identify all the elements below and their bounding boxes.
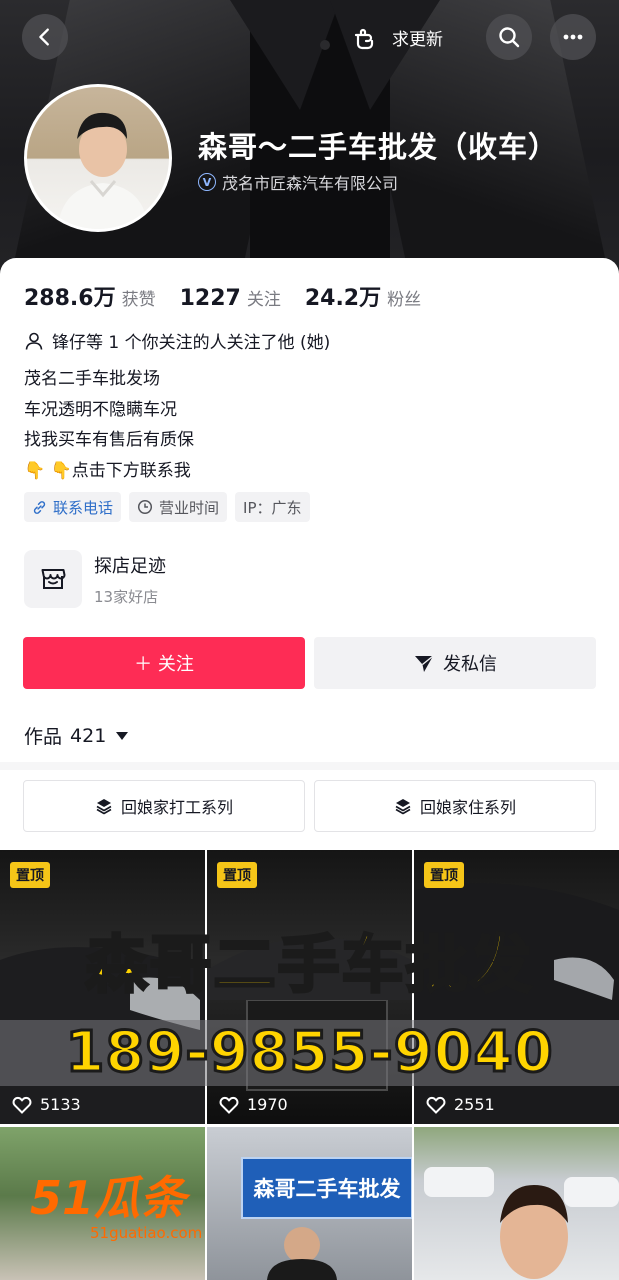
verified-org-label: 茂名市匠森汽车有限公司 <box>222 174 399 193</box>
stat-following-count: 1227 <box>179 286 241 311</box>
request-update-label: 求更新 <box>392 29 443 50</box>
layers-icon <box>395 799 411 815</box>
stat-followers-label: 粉丝 <box>387 290 422 310</box>
more-horizontal-icon <box>563 34 583 40</box>
collection-button[interactable]: 回娘家住系列 <box>314 780 596 832</box>
stat-followers[interactable]: 24.2万 粉丝 <box>305 280 421 312</box>
person-icon <box>25 332 43 350</box>
stats-row: 288.6万 获赞 1227 关注 24.2万 粉丝 <box>24 280 421 312</box>
pinned-badge: 置顶 <box>10 862 50 888</box>
search-icon <box>499 27 520 48</box>
video-likes-count: 5133 <box>40 1095 81 1114</box>
stat-following-label: 关注 <box>246 290 281 310</box>
stat-likes-label: 获赞 <box>121 290 156 310</box>
cover-collar-right <box>330 0 440 110</box>
back-button[interactable] <box>22 14 68 60</box>
video-likes: 5133 <box>12 1095 81 1114</box>
caret-down-icon <box>116 731 129 740</box>
message-button-label: 发私信 <box>443 654 497 675</box>
banner-phone-number: 189-9855-9040 <box>64 1019 554 1087</box>
bio-line: 找我买车有售后有质保 <box>24 430 194 450</box>
mutual-followers-text: 锋仔等 1 个你关注的人关注了他 (她) <box>52 333 331 353</box>
heart-icon <box>426 1096 446 1114</box>
profile-name: 森哥～二手车批发（收车） <box>198 130 559 164</box>
heart-icon <box>219 1096 239 1114</box>
stat-following[interactable]: 1227 关注 <box>180 285 281 311</box>
bio-line: 茂名二手车批发场 <box>24 369 160 389</box>
shop-visits-title: 探店足迹 <box>94 555 166 577</box>
shop-visits-entry[interactable]: 探店足迹 13家好店 <box>24 550 166 608</box>
search-button[interactable] <box>486 14 532 60</box>
works-tab[interactable]: 作品 421 <box>24 722 129 749</box>
profile-card: 288.6万 获赞 1227 关注 24.2万 粉丝 锋仔等 1 个你关注的人关注了他… <box>0 258 619 1280</box>
collection-label: 回娘家打工系列 <box>120 798 233 817</box>
bio-line: 👇 👇点击下方联系我 <box>24 460 191 481</box>
chevron-left-icon <box>39 28 49 46</box>
stat-followers-count: 24.2万 <box>304 286 382 311</box>
video-thumbnail[interactable] <box>414 1127 619 1280</box>
bio: 茂名二手车批发场 车况透明不隐瞒车况 找我买车有售后有质保 👇 👇点击下方联系我 <box>24 364 194 486</box>
cover-shirt-button <box>320 40 330 50</box>
layers-icon <box>96 799 112 815</box>
video-likes-count: 2551 <box>454 1095 495 1114</box>
bio-line: 车况透明不隐瞒车况 <box>24 399 177 420</box>
stat-likes[interactable]: 288.6万 获赞 <box>24 280 156 312</box>
mutual-followers[interactable]: 锋仔等 1 个你关注的人关注了他 (她) <box>24 328 330 353</box>
profile-tags: 联系电话 营业时间 IP：广东 <box>24 492 310 522</box>
link-icon <box>33 500 46 514</box>
send-icon <box>415 655 434 672</box>
message-button[interactable]: 发私信 <box>314 637 596 689</box>
store-icon <box>24 550 82 608</box>
video-thumbnail[interactable]: 森哥二手车批发 <box>207 1127 412 1280</box>
shop-visits-subtitle: 13家好店 <box>94 587 159 606</box>
works-label: 作品 <box>24 726 63 748</box>
verified-org[interactable]: V 茂名市匠森汽车有限公司 <box>198 170 398 194</box>
banner-title: 森哥二手车批发 <box>84 927 534 1003</box>
more-button[interactable] <box>550 14 596 60</box>
watermark-site: 51guatiao.com <box>90 1224 203 1242</box>
pinned-badge: 置顶 <box>217 862 257 888</box>
request-update-button[interactable]: 求更新 <box>352 20 443 54</box>
avatar-person-illustration <box>57 112 149 229</box>
collection-label: 回娘家住系列 <box>419 798 516 817</box>
collection-button[interactable]: 回娘家打工系列 <box>23 780 305 832</box>
watermark-logo: 51瓜条 <box>30 1171 187 1225</box>
store-sign: 森哥二手车批发 <box>241 1157 412 1219</box>
ip-location-tag: IP：广东 <box>235 492 310 522</box>
clock-icon <box>137 499 153 515</box>
follow-button-label: ＋ 关注 <box>134 654 194 675</box>
video-likes: 1970 <box>219 1095 288 1114</box>
contact-phone-label: 联系电话 <box>53 498 114 517</box>
stat-likes-count: 288.6万 <box>24 286 116 311</box>
pinned-badge: 置顶 <box>424 862 464 888</box>
person-face-illustration <box>424 1167 619 1279</box>
follow-button[interactable]: ＋ 关注 <box>23 637 305 689</box>
business-hours-tag[interactable]: 营业时间 <box>129 492 228 522</box>
heart-icon <box>12 1096 32 1114</box>
business-hours-label: 营业时间 <box>159 498 220 517</box>
section-divider <box>0 762 619 770</box>
pointing-hand-icon <box>354 28 374 50</box>
works-count: 421 <box>70 724 107 747</box>
video-likes: 2551 <box>426 1095 495 1114</box>
ip-location-label: IP：广东 <box>243 498 302 517</box>
contact-phone-tag[interactable]: 联系电话 <box>24 492 122 522</box>
avatar[interactable] <box>24 84 172 232</box>
video-likes-count: 1970 <box>247 1095 288 1114</box>
cover-collar-left <box>230 0 340 110</box>
verified-badge-icon: V <box>198 173 216 191</box>
